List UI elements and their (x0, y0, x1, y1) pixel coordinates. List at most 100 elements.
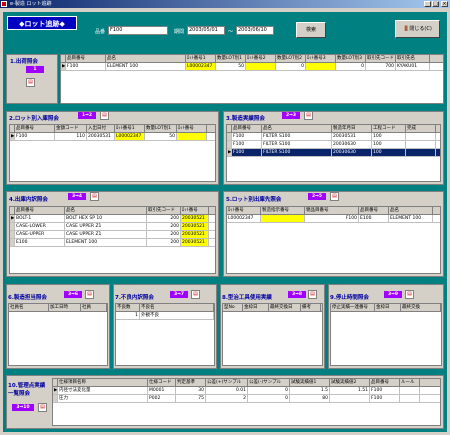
p2-col-lot1[interactable]: ﾛｯﾄ番号1 (115, 125, 145, 132)
p3-col-name[interactable]: 品名 (262, 125, 332, 132)
cell (306, 63, 336, 70)
p2-col-qty1[interactable]: 数量LOT別1 (145, 125, 177, 132)
p2-col-hinban[interactable]: 品目番号 (15, 125, 55, 132)
p3-title: 3.製造実績照会 (226, 116, 265, 122)
cell (400, 395, 420, 402)
p2-col-amount[interactable]: 金額コード (55, 125, 87, 132)
cell: F100 (305, 215, 359, 222)
p5-col-parent[interactable]: 親品目番号 (305, 207, 359, 214)
table-row[interactable]: CASE-LOWER CASE UPPER Z1 200 20030521 (10, 223, 215, 231)
close-icon[interactable]: × (441, 1, 448, 7)
close-button[interactable]: 🚪閉じる(C) (395, 20, 440, 38)
p6-print-icon[interactable]: ▤ (85, 290, 94, 299)
p1-col-lot1[interactable]: ﾛｯﾄ番号1 (186, 55, 216, 62)
p10-col-standard[interactable]: 判定基準 (176, 379, 206, 386)
table-row[interactable]: F100 FILTER S100 20030531 100 (227, 133, 440, 141)
p3-col-date[interactable]: 製造年月日 (332, 125, 372, 132)
search-button[interactable]: 検索 (296, 22, 326, 38)
cell: 80 (290, 395, 330, 402)
table-row[interactable]: L00002347 F100 E100 ELEMENT 100 (227, 215, 440, 223)
p6-col-name[interactable]: 社員名 (9, 304, 49, 311)
p8-col-no[interactable]: 型No (223, 304, 243, 311)
p2-col-date[interactable]: 入出日付 (87, 125, 115, 132)
p5-col-name[interactable]: 品名 (389, 207, 433, 214)
p10-col-item[interactable]: 仕様項目名称 (58, 379, 148, 386)
p8-col-note[interactable]: 備考 (301, 304, 321, 311)
p4-col-hinban[interactable]: 品目番号 (15, 207, 65, 214)
cell: 20030531 (87, 133, 115, 140)
p9-col-last[interactable]: 最終交換 (401, 304, 441, 311)
cell: 0 (248, 387, 290, 394)
p2-print-icon[interactable]: ▤ (100, 111, 109, 120)
p1-col-hinban[interactable]: 品目番号 (66, 55, 106, 62)
p10-col-result2[interactable]: 試験実績値2 (330, 379, 370, 386)
p5-title: 5.ロット別出庫先照会 (226, 197, 282, 203)
p2-col-lot[interactable]: ﾛｯﾄ番号 (177, 125, 207, 132)
p8-print-icon[interactable]: ▤ (308, 290, 317, 299)
p2-table: 品目番号 金額コード 入出日付 ﾛｯﾄ番号1 数量LOT別1 ﾛｯﾄ番号 ▶ F… (9, 124, 216, 182)
p6-col-time[interactable]: 加工日時 (49, 304, 81, 311)
p4-col-customer-code[interactable]: 取引先コード (147, 207, 181, 214)
cell: F100 (232, 149, 262, 156)
p10-col-result1[interactable]: 試験実績値1 (290, 379, 330, 386)
p9-col-date[interactable]: 金枠日 (375, 304, 401, 311)
table-row[interactable]: ▶ 内径寸法変化量 M0001 30 0.01 0 1.5 1.51 F100 (53, 387, 440, 395)
table-row[interactable]: ▶ F100 ELEMENT 100 L00002347 50 0 0 700 … (61, 63, 443, 71)
p10-col-tol-plus[interactable]: 公差(+)サンプル (206, 379, 248, 386)
cell: 20030630 (332, 149, 372, 156)
p1-col-qty1[interactable]: 数量LOT別1 (216, 55, 246, 62)
p8-col-last[interactable]: 最終交換日 (269, 304, 301, 311)
p5-print-icon[interactable]: ▤ (330, 192, 339, 201)
p1-col-lot3[interactable]: ﾛｯﾄ番号3 (306, 55, 336, 62)
p1-col-customer-code[interactable]: 取引先コード (366, 55, 396, 62)
cell: L00002347 (115, 133, 145, 140)
date-to-input[interactable]: 2003/06/10 (236, 26, 274, 35)
p1-col-lot2[interactable]: ﾛｯﾄ番号2 (246, 55, 276, 62)
table-row[interactable]: CASE-UPPER CASE UPPER Z1 200 20030521 (10, 231, 215, 239)
p9-col-serial[interactable]: 停止実績一連番号 (331, 304, 375, 311)
p10-col-hinban[interactable]: 品目番号 (370, 379, 400, 386)
table-row[interactable]: ▶ BOLT-1 BOLT HEX SP 10 200 20030521 (10, 215, 215, 223)
p1-col-qty2[interactable]: 数量LOT別2 (276, 55, 306, 62)
p4-print-icon[interactable]: ▤ (90, 192, 99, 201)
p1-print-icon[interactable]: ▤ (26, 78, 35, 87)
p1-col-name[interactable]: 品名 (106, 55, 186, 62)
p8-col-date[interactable]: 金枠日 (243, 304, 269, 311)
p3-col-done[interactable]: 完成 (406, 125, 436, 132)
cell: 20030521 (181, 231, 209, 238)
table-row[interactable]: 圧力 P002 75 2 0 80 F100 (53, 395, 440, 403)
p1-table: 品目番号 品名 ﾛｯﾄ番号1 数量LOT別1 ﾛｯﾄ番号2 数量LOT別2 ﾛｯ… (60, 54, 444, 104)
table-row[interactable]: F100 FILTER S100 20030630 100 (227, 141, 440, 149)
table-row[interactable]: ▶ F100 110 20030531 L00002347 50 (10, 133, 215, 141)
p4-col-lot[interactable]: ﾛｯﾄ番号 (181, 207, 209, 214)
minimize-icon[interactable]: _ (424, 1, 431, 7)
table-row-selected[interactable]: ▶ F100 FILTER S100 20030630 100 (227, 149, 440, 157)
p3-col-hinban[interactable]: 品目番号 (232, 125, 262, 132)
p6-col-staff[interactable]: 社員 (81, 304, 107, 311)
window-titlebar: e-製造 ロット追跡 (0, 0, 450, 8)
p10-print-icon[interactable]: ▤ (38, 403, 47, 412)
maximize-icon[interactable]: □ (432, 1, 439, 7)
table-row[interactable]: 1 外観不良 (116, 312, 214, 320)
table-row[interactable]: E100 ELEMENT 100 200 20030521 (10, 239, 215, 247)
p1-col-qty3[interactable]: 数量LOT別3 (336, 55, 366, 62)
p10-col-rule[interactable]: ルール (400, 379, 420, 386)
p3-print-icon[interactable]: ▤ (304, 111, 313, 120)
p7-print-icon[interactable]: ▤ (191, 290, 200, 299)
p7-col-count[interactable]: 不良数 (116, 304, 140, 311)
p10-col-tol-minus[interactable]: 公差(-)サンプル (248, 379, 290, 386)
p5-col-order[interactable]: 製造指示番号 (261, 207, 305, 214)
p4-col-name[interactable]: 品名 (65, 207, 147, 214)
p6-table: 社員名 加工日時 社員 (8, 303, 108, 366)
p10-col-code[interactable]: 仕様コード (148, 379, 176, 386)
hinban-input[interactable]: F100 (108, 26, 168, 35)
cell: 200 (147, 223, 181, 230)
date-from-input[interactable]: 2003/05/01 (187, 26, 225, 35)
kikan-label: 期間 (174, 29, 185, 35)
p3-col-process[interactable]: 工程コード (372, 125, 406, 132)
p5-col-hinban[interactable]: 品目番号 (359, 207, 389, 214)
p9-print-icon[interactable]: ▤ (405, 290, 414, 299)
p1-col-customer-name[interactable]: 取引先名 (396, 55, 430, 62)
p5-col-lot[interactable]: ﾛｯﾄ番号 (227, 207, 261, 214)
p7-col-defect[interactable]: 不良名 (140, 304, 214, 311)
